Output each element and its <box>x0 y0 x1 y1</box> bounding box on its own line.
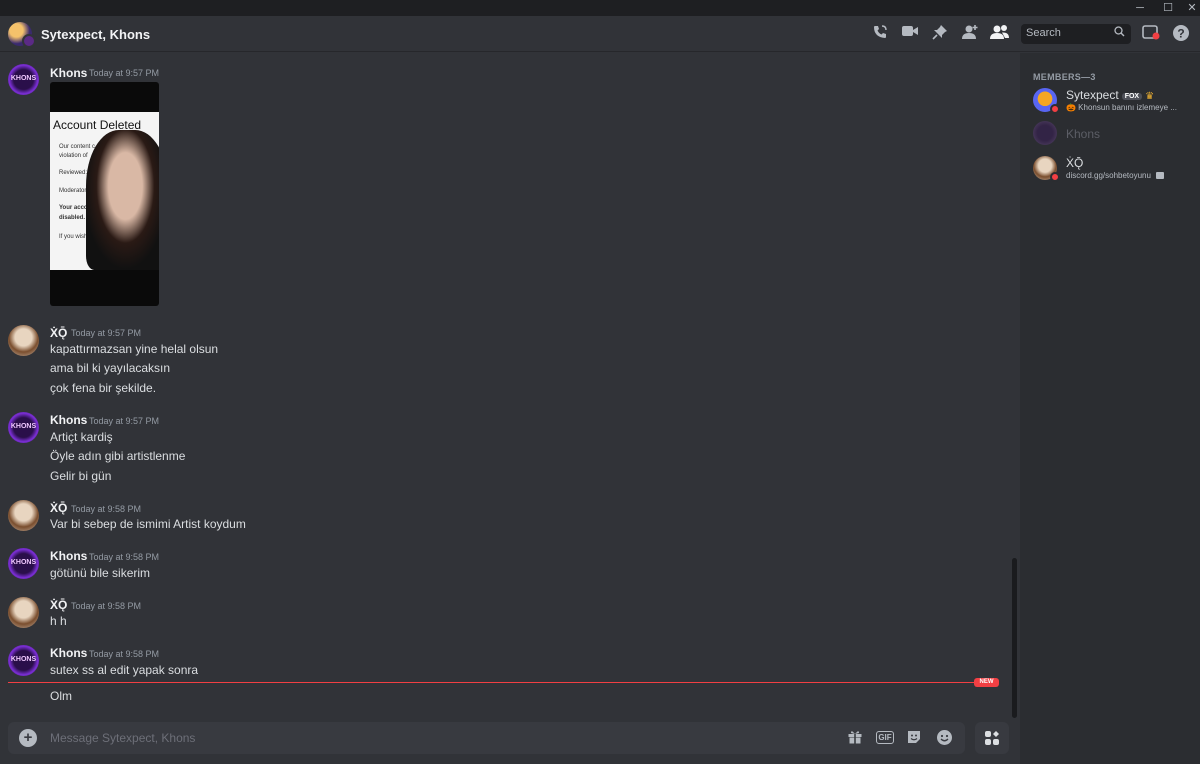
gift-icon[interactable] <box>845 729 865 747</box>
member-list-heading: MEMBERS—3 <box>1033 72 1096 82</box>
message-author[interactable]: Khons <box>50 66 87 80</box>
emoji-icon[interactable] <box>934 729 954 747</box>
message-input-placeholder[interactable]: Message Sytexpect, Khons <box>50 731 195 745</box>
member-name[interactable]: ẊǬ <box>1066 156 1083 170</box>
avatar[interactable]: KHONS <box>8 548 39 579</box>
dnd-status-icon <box>1050 104 1060 114</box>
message-author[interactable]: Khons <box>50 646 87 660</box>
image-text: disabled. <box>59 215 86 221</box>
inbox-icon[interactable] <box>1140 24 1162 44</box>
minimize-button[interactable]: ─ <box>1128 0 1152 16</box>
message-text: ama bil ki yayılacaksın <box>50 361 171 375</box>
group-dm-icon <box>8 22 36 48</box>
member-avatar[interactable] <box>1033 88 1060 114</box>
add-attachment-icon[interactable]: + <box>19 729 37 747</box>
member-list-icon[interactable] <box>989 24 1011 44</box>
message-composer[interactable]: + Message Sytexpect, Khons GIF <box>8 722 965 754</box>
server-tag: FOX <box>1121 93 1143 100</box>
pin-icon[interactable] <box>929 24 951 44</box>
message-author[interactable]: ẊǬ <box>50 326 67 340</box>
avatar[interactable] <box>8 500 39 531</box>
dnd-status-icon <box>1050 172 1060 182</box>
message-text: Artiçt kardiş <box>50 430 113 444</box>
image-text: violation of <box>59 153 88 159</box>
member-status-text: discord.gg/sohbetoyunu <box>1066 171 1165 180</box>
message-timestamp: Today at 9:58 PM <box>89 552 160 562</box>
search-placeholder: Search <box>1026 27 1061 39</box>
message-timestamp: Today at 9:58 PM <box>71 504 142 514</box>
message-text: Var bi sebep de ismimi Artist koydum <box>50 517 246 531</box>
message-author[interactable]: ẊǬ <box>50 501 67 515</box>
maximize-button[interactable]: ☐ <box>1156 0 1180 16</box>
avatar-label: KHONS <box>10 423 37 430</box>
avatar[interactable] <box>8 597 39 628</box>
message-author[interactable]: Khons <box>50 413 87 427</box>
message-text: çok fena bir şekilde. <box>50 381 157 395</box>
member-name[interactable]: Khons <box>1066 127 1100 141</box>
search-icon <box>1114 26 1125 40</box>
message-text: Öyle adın gibi artistlenme <box>50 449 186 463</box>
member-name[interactable]: Sytexpect FOX ♛ <box>1066 88 1154 102</box>
image-photo <box>86 130 159 270</box>
message-list[interactable]: KHONS Khons Today at 9:57 PM Account Del… <box>0 53 1020 718</box>
window-titlebar: ─ ☐ ✕ <box>0 0 1200 16</box>
message-text: h h <box>50 614 67 628</box>
sticker-icon[interactable] <box>904 729 924 747</box>
message-text: sutex ss al edit yapak sonra <box>50 663 199 677</box>
member-list: MEMBERS—3 Sytexpect FOX ♛ 🎃 Khonsun banını… <box>1020 53 1200 764</box>
message-timestamp: Today at 9:57 PM <box>71 328 142 338</box>
member-avatar[interactable] <box>1033 156 1060 182</box>
avatar[interactable]: KHONS <box>8 645 39 676</box>
help-icon[interactable]: ? <box>1170 24 1192 44</box>
avatar[interactable] <box>8 325 39 356</box>
message-text: Gelir bi gün <box>50 469 112 483</box>
message-timestamp: Today at 9:57 PM <box>89 416 160 426</box>
avatar-label: KHONS <box>10 75 37 82</box>
activity-icon <box>1156 172 1165 179</box>
add-friend-icon[interactable] <box>959 24 981 44</box>
channel-title[interactable]: Sytexpect, Khons <box>41 27 150 42</box>
image-text: Reviewed: <box>59 170 88 176</box>
message-text: Olm <box>50 689 72 703</box>
image-attachment[interactable]: Account Deleted Our content c violation … <box>50 82 159 306</box>
member-avatar[interactable] <box>1033 121 1057 145</box>
member-name-text: Sytexpect <box>1066 88 1119 102</box>
message-timestamp: Today at 9:58 PM <box>71 601 142 611</box>
avatar[interactable]: KHONS <box>8 412 39 443</box>
crown-icon: ♛ <box>1145 91 1155 102</box>
apps-icon[interactable] <box>975 722 1009 754</box>
new-messages-divider <box>8 682 998 683</box>
avatar-label: KHONS <box>10 559 37 566</box>
chat-scrollbar[interactable] <box>1012 558 1017 718</box>
message-author[interactable]: ẊǬ <box>50 598 67 612</box>
search-input[interactable]: Search <box>1021 24 1131 44</box>
channel-header <box>0 16 1200 52</box>
close-window-button[interactable]: ✕ <box>1180 0 1200 16</box>
message-author[interactable]: Khons <box>50 549 87 563</box>
gif-icon[interactable]: GIF <box>876 731 894 744</box>
image-text: Our content c <box>59 144 96 150</box>
avatar[interactable]: KHONS <box>8 64 39 95</box>
avatar-label: KHONS <box>10 656 37 663</box>
new-messages-badge: NEW <box>974 678 999 687</box>
member-status-text: 🎃 Khonsun banını izlemeye ... <box>1066 103 1177 112</box>
message-timestamp: Today at 9:57 PM <box>89 68 160 78</box>
message-timestamp: Today at 9:58 PM <box>89 649 160 659</box>
svg-text:?: ? <box>1177 27 1184 41</box>
message-text: götünü bile sikerim <box>50 566 151 580</box>
message-text: kapattırmazsan yine helal olsun <box>50 342 219 356</box>
member-status-text-value: discord.gg/sohbetoyunu <box>1066 171 1151 180</box>
phone-call-icon[interactable] <box>869 24 891 44</box>
video-call-icon[interactable] <box>899 24 921 44</box>
